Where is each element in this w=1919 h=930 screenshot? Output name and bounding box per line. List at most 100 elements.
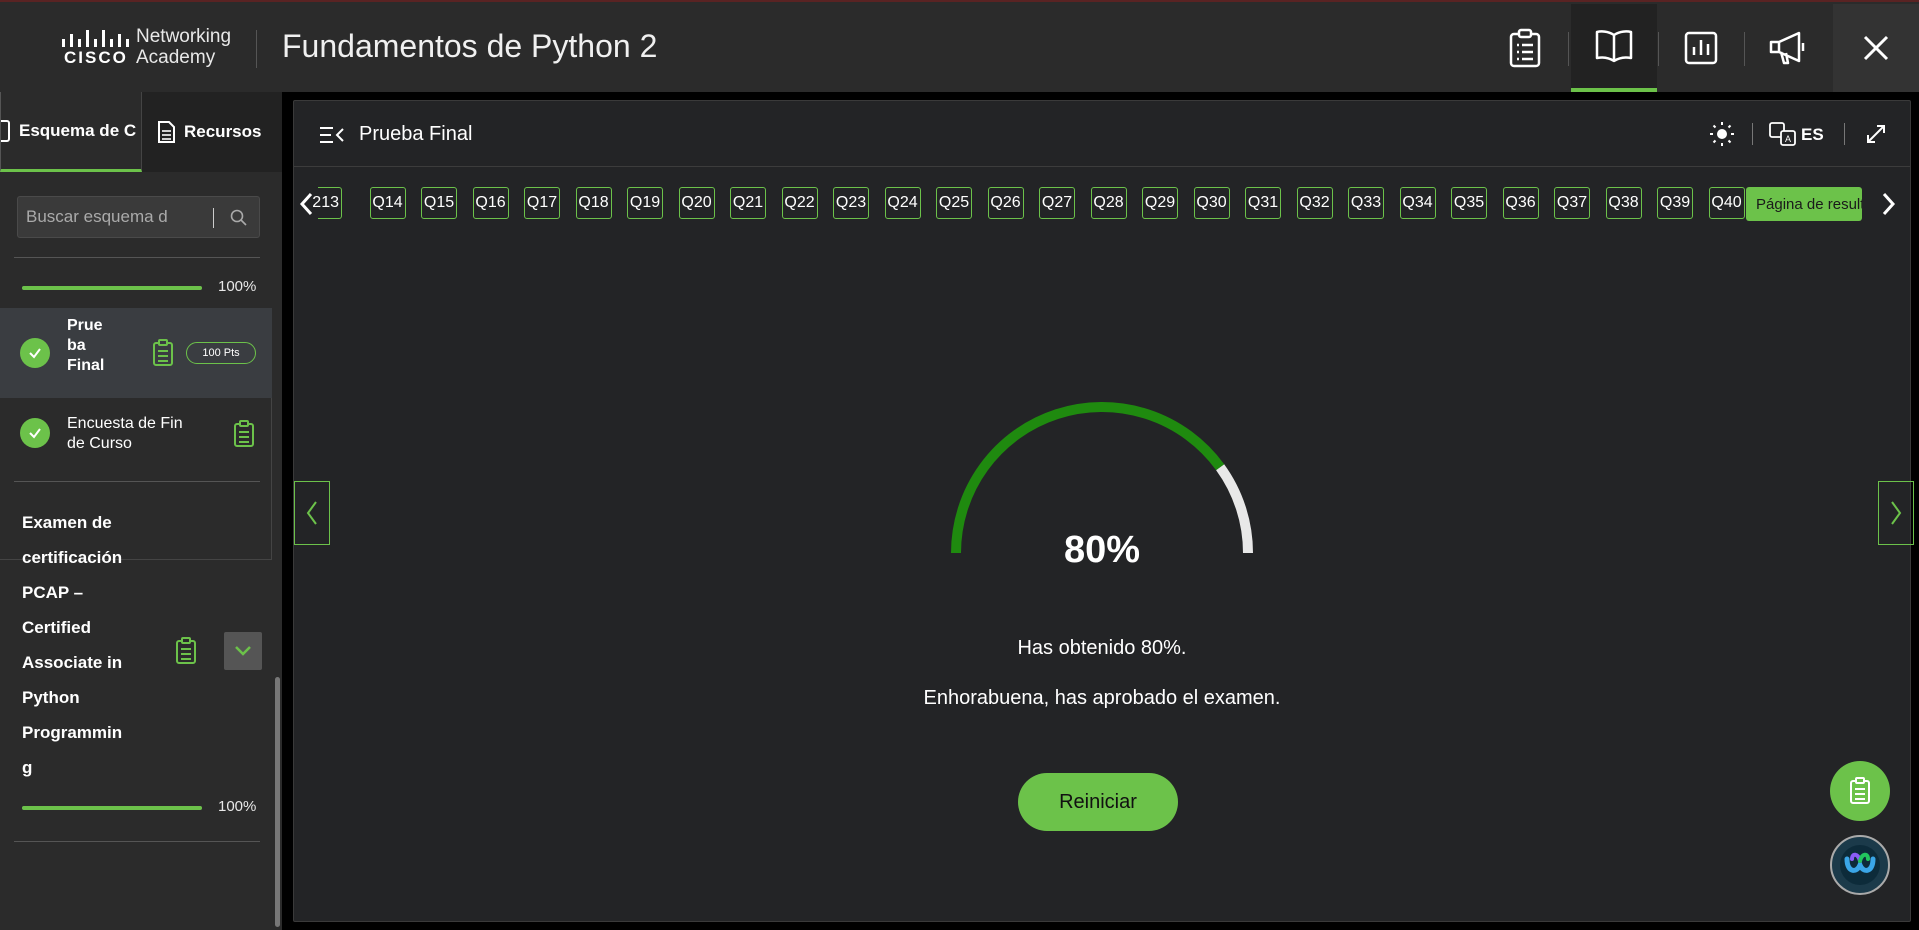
book-button[interactable] bbox=[1571, 4, 1657, 92]
exam-progress-fill bbox=[22, 806, 202, 810]
question-tab[interactable]: Q23 bbox=[833, 187, 869, 219]
assistant-button[interactable] bbox=[1830, 835, 1890, 895]
outline-item-survey[interactable]: Encuesta de Fin de Curso bbox=[0, 398, 272, 470]
question-tab[interactable]: Q26 bbox=[987, 187, 1024, 219]
question-tab[interactable]: Q22 bbox=[781, 187, 818, 219]
question-tab[interactable]: Q24 bbox=[884, 187, 921, 219]
question-tab[interactable]: Q37 bbox=[1554, 187, 1590, 219]
score-message: Has obtenido 80%. bbox=[1017, 637, 1187, 659]
announcements-button[interactable] bbox=[1744, 4, 1830, 92]
chevron-right-icon[interactable] bbox=[1880, 192, 1896, 216]
tab-course-outline-label: Esquema de C bbox=[19, 120, 137, 140]
question-tab[interactable]: Q35 bbox=[1451, 187, 1487, 219]
points-badge: 100 Pts bbox=[186, 342, 256, 364]
outline-item-label: Prue ba Final bbox=[67, 317, 105, 374]
chevron-right-icon bbox=[1891, 501, 1902, 525]
question-tab[interactable]: Q28 bbox=[1090, 187, 1127, 219]
completed-check-icon bbox=[20, 338, 50, 368]
clipboard-button[interactable] bbox=[1482, 4, 1568, 92]
question-tab[interactable]: Q29 bbox=[1142, 187, 1178, 219]
outline-search-box bbox=[17, 196, 260, 238]
outline-search-input[interactable] bbox=[26, 205, 216, 229]
exam-clipboard-icon bbox=[176, 637, 196, 664]
floating-clipboard-button[interactable] bbox=[1830, 761, 1890, 821]
fullscreen-icon[interactable] bbox=[1865, 123, 1887, 145]
sidebar-tabs: Esquema de C Recursos bbox=[0, 92, 282, 172]
outline-icon bbox=[1, 119, 10, 142]
question-tab[interactable]: Q39 bbox=[1657, 187, 1693, 219]
question-navigator: 213 Q14 Q15 Q16 Q17 Q18 Q19 Q20 Q21 Q22 Q23 Q24 Q25 Q… bbox=[294, 183, 1910, 225]
clipboard-icon bbox=[1509, 28, 1541, 68]
exam-progress-percent: 100% bbox=[218, 798, 257, 815]
tab-course-outline[interactable]: Esquema de C bbox=[0, 92, 142, 172]
chevron-down-icon bbox=[235, 646, 251, 656]
exam-progress: 100% bbox=[22, 798, 262, 818]
question-tab[interactable]: Q20 bbox=[678, 187, 715, 219]
cisco-logo[interactable]: CISCO Networking Academy bbox=[58, 26, 238, 72]
quiz-panel: Prueba Final A ES 213 Q14 Q15 Q16 Q17 Q18 Q19 Q… bbox=[293, 100, 1914, 922]
clipboard-icon bbox=[1850, 777, 1870, 804]
document-icon bbox=[158, 121, 175, 143]
question-tab[interactable]: Q30 bbox=[1193, 187, 1230, 219]
expand-exam-button[interactable] bbox=[224, 632, 262, 670]
course-title: Fundamentos de Python 2 bbox=[282, 28, 658, 64]
sidebar-scrollbar[interactable] bbox=[272, 92, 282, 930]
question-tab[interactable]: Q16 bbox=[472, 187, 509, 219]
question-tab[interactable]: Q18 bbox=[575, 187, 612, 219]
question-tab[interactable]: Q25 bbox=[936, 187, 972, 219]
search-icon[interactable] bbox=[230, 209, 248, 227]
certification-exam-title[interactable]: Examen de certificación PCAP – Certified… bbox=[22, 505, 152, 785]
header-divider bbox=[1568, 32, 1569, 66]
header-divider bbox=[1752, 123, 1753, 145]
question-tab[interactable]: Q32 bbox=[1296, 187, 1333, 219]
question-tab[interactable]: Q27 bbox=[1039, 187, 1075, 219]
survey-clipboard-icon bbox=[234, 420, 254, 447]
clipped-item-remnant bbox=[22, 250, 162, 258]
question-tab[interactable]: 213 bbox=[312, 187, 342, 219]
page-title: Prueba Final bbox=[359, 123, 473, 145]
close-button[interactable] bbox=[1833, 4, 1919, 92]
logo-line-2: Academy bbox=[136, 47, 216, 68]
language-selector[interactable]: ES bbox=[1801, 125, 1824, 145]
section-progress-percent: 100% bbox=[218, 278, 257, 295]
translate-icon[interactable]: A bbox=[1769, 121, 1797, 147]
brightness-icon[interactable] bbox=[1709, 121, 1735, 147]
outline-item-final-test[interactable]: Prue ba Final 100 Pts bbox=[0, 308, 272, 398]
question-tab[interactable]: Q17 bbox=[524, 187, 560, 219]
score-percent: 80% bbox=[1063, 529, 1141, 571]
tab-resources[interactable]: Recursos bbox=[142, 92, 282, 172]
question-tab[interactable]: Q15 bbox=[421, 187, 457, 219]
completed-check-icon bbox=[20, 418, 50, 448]
title-divider bbox=[256, 30, 257, 68]
collapse-menu-icon[interactable] bbox=[319, 125, 345, 145]
results-page-tab[interactable]: Página de resultados bbox=[1746, 187, 1862, 221]
assistant-logo-icon bbox=[1840, 845, 1880, 885]
question-tab[interactable]: Q36 bbox=[1502, 187, 1539, 219]
sidebar-scroll-thumb[interactable] bbox=[275, 677, 280, 927]
section-progress-fill bbox=[22, 286, 202, 290]
pass-message: Enhorabuena, has aprobado el examen. bbox=[923, 687, 1281, 709]
sidebar-divider bbox=[14, 841, 260, 842]
restart-button[interactable]: Reiniciar bbox=[1018, 773, 1178, 831]
quiz-clipboard-icon bbox=[153, 339, 173, 366]
sidebar-divider bbox=[14, 481, 260, 482]
question-tab[interactable]: Q33 bbox=[1348, 187, 1384, 219]
question-tab[interactable]: Q34 bbox=[1399, 187, 1436, 219]
top-header: CISCO Networking Academy Fundamentos de … bbox=[0, 0, 1919, 92]
question-tab[interactable]: Q31 bbox=[1245, 187, 1281, 219]
progress-chart-button[interactable] bbox=[1658, 4, 1744, 92]
quiz-panel-header: Prueba Final A ES bbox=[294, 101, 1910, 167]
question-tab[interactable]: Q38 bbox=[1605, 187, 1642, 219]
question-tab[interactable]: Q14 bbox=[369, 187, 406, 219]
section-progress-track bbox=[22, 286, 202, 290]
cisco-bars-icon bbox=[62, 30, 129, 47]
outline-item-label: Encuesta de Fin de Curso bbox=[67, 415, 183, 452]
search-divider bbox=[213, 208, 214, 228]
exam-progress-track bbox=[22, 806, 202, 810]
question-tab[interactable]: Q40 bbox=[1708, 187, 1745, 219]
logo-line-1: Networking bbox=[136, 26, 232, 47]
question-tab[interactable]: Q21 bbox=[730, 187, 766, 219]
question-tab[interactable]: Q19 bbox=[627, 187, 663, 219]
section-progress: 100% bbox=[22, 278, 262, 298]
chevron-left-icon bbox=[306, 501, 317, 525]
